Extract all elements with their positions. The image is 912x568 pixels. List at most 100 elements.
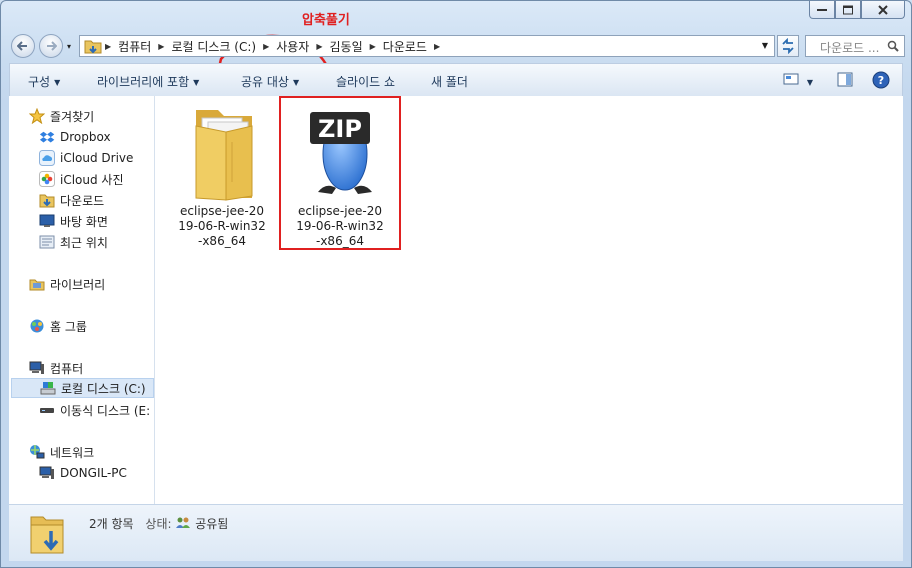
breadcrumb-arrow-icon[interactable]: ▶ <box>313 42 325 51</box>
folder-icon <box>182 102 262 202</box>
recent-places-icon <box>39 234 55 250</box>
file-list: eclipse-jee-2019-06-R-win32-x86_64 ZIP e… <box>155 96 903 504</box>
back-arrow-icon <box>17 41 27 51</box>
nav-recent-places[interactable]: 최근 위치 <box>39 232 108 252</box>
minimize-button[interactable] <box>809 1 835 19</box>
state-label: 상태: <box>145 517 172 531</box>
maximize-button[interactable] <box>835 1 861 19</box>
breadcrumb-user[interactable]: 김동일 <box>326 38 367 55</box>
nav-libraries-label: 라이브러리 <box>50 277 106 292</box>
star-icon <box>28 107 46 125</box>
downloads-folder-icon <box>39 192 55 208</box>
pc-icon <box>39 465 55 481</box>
nav-dongil-pc-label: DONGIL-PC <box>60 466 127 480</box>
status-text: 2개 항목 상태: 공유됨 <box>89 515 228 532</box>
nav-libraries[interactable]: 라이브러리 <box>29 274 105 294</box>
nav-removable-disk[interactable]: 이동식 디스크 (E: <box>39 400 150 420</box>
refresh-button[interactable] <box>777 35 799 57</box>
nav-icloud-drive-label: iCloud Drive <box>60 151 134 165</box>
file-item-folder[interactable]: eclipse-jee-2019-06-R-win32-x86_64 <box>172 102 272 249</box>
slideshow-button[interactable]: 슬라이드 쇼 <box>336 73 395 90</box>
state-value: 공유됨 <box>195 517 229 531</box>
nav-desktop[interactable]: 바탕 화면 <box>39 211 108 231</box>
nav-recent-places-label: 최근 위치 <box>60 235 108 250</box>
nav-dongil-pc[interactable]: DONGIL-PC <box>39 463 127 483</box>
breadcrumb-arrow-icon[interactable]: ▶ <box>367 42 379 51</box>
help-button[interactable]: ? <box>872 71 890 92</box>
back-button[interactable] <box>11 34 35 58</box>
nav-downloads[interactable]: 다운로드 <box>39 190 104 210</box>
share-button[interactable]: 공유 대상 ▼ <box>241 73 299 90</box>
nav-local-disk[interactable]: 로컬 디스크 (C:) <box>11 378 154 398</box>
search-input[interactable]: 다운로드 ... <box>805 35 905 57</box>
forward-arrow-icon <box>47 41 57 51</box>
search-placeholder: 다운로드 ... <box>820 41 880 55</box>
nav-desktop-label: 바탕 화면 <box>60 214 108 229</box>
status-bar: 2개 항목 상태: 공유됨 <box>9 504 903 561</box>
nav-homegroup-label: 홈 그룹 <box>50 319 87 334</box>
nav-downloads-label: 다운로드 <box>60 193 105 208</box>
command-bar: 구성 ▼ 라이브러리에 포함 ▼ 공유 대상 ▼ 슬라이드 쇼 새 폴더 ▼ ? <box>9 63 903 96</box>
library-icon <box>29 276 45 292</box>
new-folder-label: 새 폴더 <box>431 75 468 89</box>
nav-network-label: 네트워크 <box>50 445 95 460</box>
view-options-button[interactable]: ▼ <box>783 72 813 89</box>
nav-network[interactable]: 네트워크 <box>29 442 94 462</box>
minimize-icon <box>817 8 827 11</box>
local-disk-icon <box>40 380 56 396</box>
file-name: eclipse-jee-2019-06-R-win32-x86_64 <box>178 204 266 248</box>
nav-homegroup[interactable]: 홈 그룹 <box>29 316 87 336</box>
breadcrumb-users[interactable]: 사용자 <box>272 38 313 55</box>
nav-computer[interactable]: 컴퓨터 <box>29 358 83 378</box>
address-dropdown-icon[interactable]: ▼ <box>762 41 768 50</box>
chevron-down-icon: ▼ <box>806 78 813 87</box>
help-icon: ? <box>872 71 890 89</box>
window-controls <box>809 1 905 21</box>
nav-icloud-drive[interactable]: iCloud Drive <box>39 148 133 168</box>
svg-text:?: ? <box>878 74 884 87</box>
desktop-icon <box>39 213 55 229</box>
forward-button[interactable] <box>39 34 63 58</box>
breadcrumb-downloads[interactable]: 다운로드 <box>379 38 431 55</box>
preview-pane-button[interactable] <box>837 72 853 90</box>
refresh-icon <box>782 37 794 55</box>
explorer-window: 압축풀기 ▾ ▶ 컴퓨터 ▶ 로컬 디스크 (C:) ▶ 사용자 ▶ 김동일 ▶ <box>0 0 912 568</box>
search-icon <box>887 40 899 52</box>
nav-icloud-photos-label: iCloud 사진 <box>60 172 124 187</box>
organize-button[interactable]: 구성 ▼ <box>28 73 60 90</box>
view-icon <box>783 73 799 85</box>
breadcrumb-computer[interactable]: 컴퓨터 <box>114 38 155 55</box>
include-library-button[interactable]: 라이브러리에 포함 ▼ <box>97 73 199 90</box>
nav-dropbox-label: Dropbox <box>60 130 111 144</box>
slideshow-label: 슬라이드 쇼 <box>336 75 396 89</box>
nav-removable-disk-label: 이동식 디스크 (E: <box>60 403 151 418</box>
chevron-down-icon: ▼ <box>193 78 200 87</box>
organize-label: 구성 <box>28 75 51 89</box>
breadcrumb-arrow-icon[interactable]: ▶ <box>431 42 443 51</box>
breadcrumb-arrow-icon[interactable]: ▶ <box>102 42 114 51</box>
recent-pages-dropdown[interactable]: ▾ <box>67 42 71 51</box>
breadcrumb-arrow-icon[interactable]: ▶ <box>260 42 272 51</box>
nav-computer-label: 컴퓨터 <box>50 361 84 376</box>
include-library-label: 라이브러리에 포함 <box>97 75 190 89</box>
item-count: 2개 항목 <box>89 517 134 531</box>
nav-local-disk-label: 로컬 디스크 (C:) <box>61 381 146 396</box>
folder-nav-icon <box>84 40 102 54</box>
close-icon <box>878 4 888 15</box>
close-button[interactable] <box>861 1 905 19</box>
nav-dropbox[interactable]: Dropbox <box>39 127 111 147</box>
nav-favorites[interactable]: 즐겨찾기 <box>28 106 94 126</box>
navigation-bar: ▾ ▶ 컴퓨터 ▶ 로컬 디스크 (C:) ▶ 사용자 ▶ 김동일 ▶ 다운로드… <box>9 33 905 59</box>
annotation-highlight-box <box>279 96 401 250</box>
nav-icloud-photos[interactable]: iCloud 사진 <box>39 169 124 189</box>
shared-users-icon <box>176 517 191 528</box>
new-folder-button[interactable]: 새 폴더 <box>431 73 468 90</box>
navigation-pane: 즐겨찾기 Dropbox iCloud Drive iCloud 사진 다운로드… <box>9 96 155 504</box>
dropbox-icon <box>39 129 55 145</box>
address-bar[interactable]: ▶ 컴퓨터 ▶ 로컬 디스크 (C:) ▶ 사용자 ▶ 김동일 ▶ 다운로드 ▶… <box>79 35 775 57</box>
breadcrumb-local-disk[interactable]: 로컬 디스크 (C:) <box>167 38 260 55</box>
chevron-down-icon: ▼ <box>54 78 61 87</box>
share-label: 공유 대상 <box>241 75 289 89</box>
removable-disk-icon <box>39 402 55 418</box>
breadcrumb-arrow-icon[interactable]: ▶ <box>155 42 167 51</box>
